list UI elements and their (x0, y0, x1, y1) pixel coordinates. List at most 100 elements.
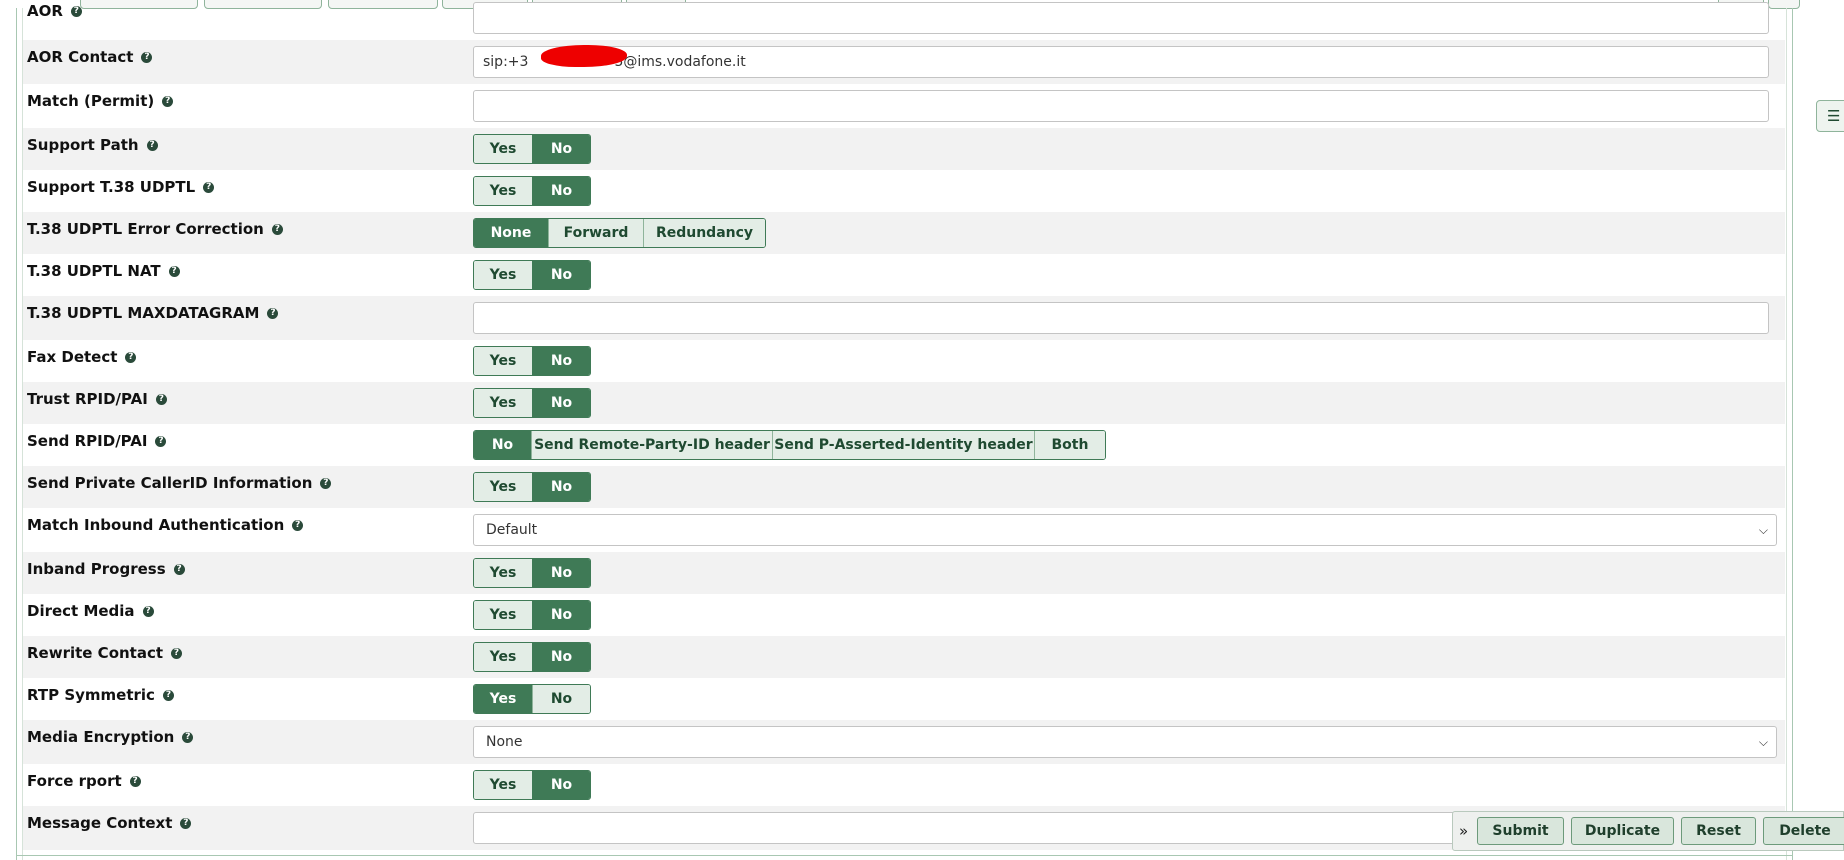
t38-ec-redundancy[interactable]: Redundancy (643, 219, 765, 247)
support-t38-yes[interactable]: Yes (474, 177, 532, 205)
row-inband-progress: Inband Progress? Yes No (23, 552, 1785, 594)
question-circle-icon[interactable]: ? (171, 647, 183, 659)
t38-nat-yes[interactable]: Yes (474, 261, 532, 289)
t38-nat-no[interactable]: No (532, 261, 590, 289)
submit-button[interactable]: Submit (1477, 817, 1564, 845)
redaction-mark (541, 45, 627, 67)
t38-ec-none[interactable]: None (474, 219, 548, 247)
row-force-rport: Force rport? Yes No (23, 764, 1785, 806)
question-circle-icon[interactable]: ? (146, 139, 158, 151)
field-label: Message Context? (27, 814, 192, 832)
trust-rpid-yes[interactable]: Yes (474, 389, 532, 417)
direct-media-yes[interactable]: Yes (474, 601, 532, 629)
match-permit-input[interactable] (473, 90, 1769, 122)
row-send-private-callerid: Send Private CallerID Information? Yes N… (23, 466, 1785, 508)
t38-ec-forward[interactable]: Forward (548, 219, 643, 247)
send-private-callerid-toggle: Yes No (473, 472, 591, 502)
support-path-yes[interactable]: Yes (474, 135, 532, 163)
row-direct-media: Direct Media? Yes No (23, 594, 1785, 636)
fax-detect-toggle: Yes No (473, 346, 591, 376)
field-label: AOR? (27, 2, 82, 20)
field-label: Fax Detect? (27, 348, 137, 366)
send-rpid-remote-party-id[interactable]: Send Remote-Party-ID header (531, 431, 772, 459)
question-circle-icon[interactable]: ? (155, 393, 167, 405)
row-aor-contact: AOR Contact? sip:+3 5@ims.vodafone.it (23, 40, 1785, 84)
field-label: Match Inbound Authentication? (27, 516, 304, 534)
field-label: T.38 UDPTL Error Correction? (27, 220, 283, 238)
list-icon[interactable]: ☰ (1816, 100, 1844, 132)
support-t38-no[interactable]: No (532, 177, 590, 205)
panel-border-bottom (16, 855, 1793, 856)
question-circle-icon[interactable]: ? (162, 95, 174, 107)
row-fax-detect: Fax Detect? Yes No (23, 340, 1785, 382)
panel-border-left (16, 8, 17, 860)
question-circle-icon[interactable]: ? (180, 817, 192, 829)
trust-rpid-no[interactable]: No (532, 389, 590, 417)
rewrite-contact-no[interactable]: No (532, 643, 590, 671)
force-rport-no[interactable]: No (532, 771, 590, 799)
question-circle-icon[interactable]: ? (168, 265, 180, 277)
duplicate-button[interactable]: Duplicate (1571, 817, 1674, 845)
rewrite-contact-yes[interactable]: Yes (474, 643, 532, 671)
chevron-down-icon: ⌵ (1758, 523, 1768, 537)
inband-progress-yes[interactable]: Yes (474, 559, 532, 587)
aor-contact-value-suffix: 5@ims.vodafone.it (614, 54, 746, 70)
rtp-symmetric-toggle: Yes No (473, 684, 591, 714)
rtp-symmetric-no[interactable]: No (532, 685, 590, 713)
trust-rpid-toggle: Yes No (473, 388, 591, 418)
question-circle-icon[interactable]: ? (173, 563, 185, 575)
reset-button[interactable]: Reset (1681, 817, 1756, 845)
force-rport-yes[interactable]: Yes (474, 771, 532, 799)
question-circle-icon[interactable]: ? (271, 223, 283, 235)
field-label: Rewrite Contact? (27, 644, 183, 662)
aor-contact-input[interactable]: sip:+3 5@ims.vodafone.it (473, 46, 1769, 78)
row-send-rpid: Send RPID/PAI? No Send Remote-Party-ID h… (23, 424, 1785, 466)
field-label: Send Private CallerID Information? (27, 474, 332, 492)
panel-border-inner-right (1786, 8, 1787, 860)
t38-maxdatagram-input[interactable] (473, 302, 1769, 334)
question-circle-icon[interactable]: ? (141, 51, 153, 63)
question-circle-icon[interactable]: ? (203, 181, 215, 193)
question-circle-icon[interactable]: ? (125, 351, 137, 363)
direct-media-no[interactable]: No (532, 601, 590, 629)
send-private-callerid-no[interactable]: No (532, 473, 590, 501)
field-label: AOR Contact? (27, 48, 153, 66)
question-circle-icon[interactable]: ? (182, 731, 194, 743)
media-encryption-select[interactable]: None ⌵ (473, 726, 1777, 758)
rewrite-contact-toggle: Yes No (473, 642, 591, 672)
fax-detect-no[interactable]: No (532, 347, 590, 375)
select-value: Default (486, 522, 538, 538)
aor-input[interactable] (473, 2, 1769, 34)
inband-progress-no[interactable]: No (532, 559, 590, 587)
rtp-symmetric-yes[interactable]: Yes (474, 685, 532, 713)
question-circle-icon[interactable]: ? (320, 477, 332, 489)
inband-progress-toggle: Yes No (473, 558, 591, 588)
send-private-callerid-yes[interactable]: Yes (474, 473, 532, 501)
field-label: Match (Permit)? (27, 92, 174, 110)
row-t38-nat: T.38 UDPTL NAT? Yes No (23, 254, 1785, 296)
question-circle-icon[interactable]: ? (292, 519, 304, 531)
delete-button[interactable]: Delete (1763, 817, 1844, 845)
action-bar: » Submit Duplicate Reset Delete (1452, 811, 1844, 851)
field-label: Media Encryption? (27, 728, 194, 746)
row-media-encryption: Media Encryption? None ⌵ (23, 720, 1785, 764)
question-circle-icon[interactable]: ? (129, 775, 141, 787)
field-label: RTP Symmetric? (27, 686, 174, 704)
row-support-path: Support Path? Yes No (23, 128, 1785, 170)
collapse-action-bar-icon[interactable]: » (1459, 818, 1468, 844)
row-match-inbound-auth: Match Inbound Authentication? Default ⌵ (23, 508, 1785, 552)
send-rpid-both[interactable]: Both (1034, 431, 1105, 459)
support-path-no[interactable]: No (532, 135, 590, 163)
fax-detect-yes[interactable]: Yes (474, 347, 532, 375)
question-circle-icon[interactable]: ? (267, 307, 279, 319)
question-circle-icon[interactable]: ? (155, 435, 167, 447)
question-circle-icon[interactable]: ? (142, 605, 154, 617)
support-t38-toggle: Yes No (473, 176, 591, 206)
match-inbound-auth-select[interactable]: Default ⌵ (473, 514, 1777, 546)
question-circle-icon[interactable]: ? (70, 5, 82, 17)
field-label: T.38 UDPTL MAXDATAGRAM? (27, 304, 279, 322)
row-t38-error-correction: T.38 UDPTL Error Correction? None Forwar… (23, 212, 1785, 254)
question-circle-icon[interactable]: ? (162, 689, 174, 701)
send-rpid-p-asserted-identity[interactable]: Send P-Asserted-Identity header (772, 431, 1034, 459)
send-rpid-no[interactable]: No (474, 431, 531, 459)
